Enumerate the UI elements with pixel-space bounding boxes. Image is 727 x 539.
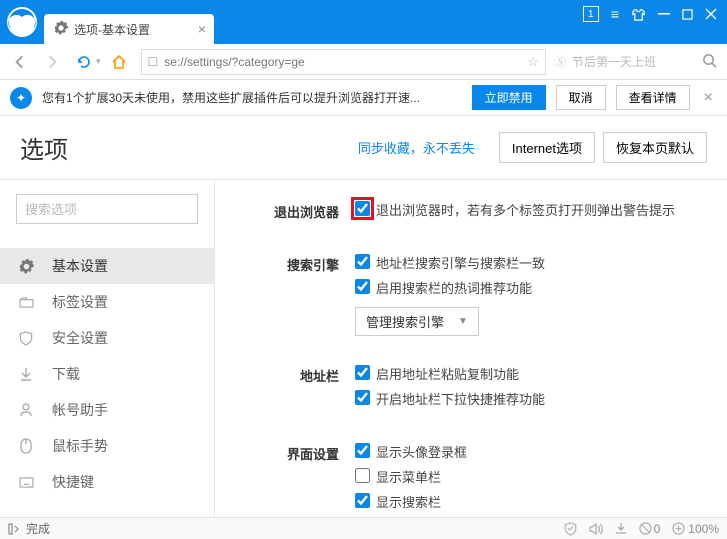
user-icon [18,403,34,417]
sidebar-item-shortcuts[interactable]: 快捷键 [0,464,214,500]
sidebar-item-label: 帐号助手 [52,400,108,420]
download-icon [18,367,34,381]
page-icon: ☐ [148,55,159,69]
show-menubar-checkbox[interactable]: 显示菜单栏 [355,467,699,486]
restore-defaults-button[interactable]: 恢复本页默认 [603,132,707,163]
skin-icon[interactable] [631,7,646,22]
banner-message: 您有1个扩展30天未使用，禁用这些扩展插件后可以提升浏览器打开速... [42,89,462,106]
extension-icon: ✦ [10,87,32,109]
shield-icon [18,331,34,346]
block-count-icon[interactable]: 0 [639,522,661,536]
back-button[interactable] [6,48,34,76]
download-status-icon[interactable] [615,522,627,535]
view-details-button[interactable]: 查看详情 [616,85,690,110]
url-text: se://settings/?category=ge [164,55,527,69]
window-count-badge[interactable]: 1 [583,6,599,22]
browser-logo [0,0,44,44]
sidebar-toggle-icon[interactable] [8,523,20,535]
address-suggest-checkbox[interactable]: 开启地址栏下拉快捷推荐功能 [355,389,699,408]
sync-favorites-link[interactable]: 同步收藏，永不丢失 [358,138,475,157]
search-consistent-checkbox[interactable]: 地址栏搜索引擎与搜索栏一致 [355,253,699,272]
reload-button[interactable] [70,48,98,76]
section-search-label: 搜索引擎 [235,253,355,336]
sidebar-item-label: 标签设置 [52,292,108,312]
maximize-icon[interactable] [682,9,693,20]
search-hotwords-checkbox[interactable]: 启用搜索栏的热词推荐功能 [355,278,699,297]
chevron-down-icon: ▼ [458,316,468,327]
section-address-label: 地址栏 [235,364,355,414]
zoom-control[interactable]: 100% [672,522,719,536]
banner-close-icon[interactable]: × [700,89,717,107]
mouse-icon [18,438,34,454]
search-options-input[interactable] [16,194,198,224]
minimize-icon[interactable] [658,8,670,20]
sidebar-item-label: 快捷键 [52,472,94,492]
sound-icon[interactable] [589,523,603,535]
sidebar-item-security[interactable]: 安全设置 [0,320,214,356]
sidebar-item-label: 安全设置 [52,328,108,348]
address-paste-checkbox[interactable]: 启用地址栏粘贴复制功能 [355,364,699,383]
disable-now-button[interactable]: 立即禁用 [472,85,546,110]
internet-options-button[interactable]: Internet选项 [499,132,595,163]
address-bar[interactable]: ☐ se://settings/?category=ge ☆ [141,49,546,75]
gear-icon [18,259,34,274]
gear-icon [54,21,68,38]
manage-search-engines-dropdown[interactable]: 管理搜索引擎 ▼ [355,307,479,336]
status-text: 完成 [26,520,50,537]
sidebar-item-label: 鼠标手势 [52,436,108,456]
favorite-icon[interactable]: ☆ [527,54,539,70]
exit-warning-checkbox[interactable]: 退出浏览器时，若有多个标签页打开则弹出警告提示 [355,200,699,219]
home-button[interactable] [105,48,133,76]
keyboard-icon [18,477,34,488]
sidebar-item-basic[interactable]: 基本设置 [0,248,214,284]
close-window-icon[interactable] [705,8,717,20]
menu-icon[interactable]: ≡ [611,6,619,22]
sidebar-item-label: 基本设置 [52,256,108,276]
sidebar-item-download[interactable]: 下载 [0,356,214,392]
shield-status-icon[interactable] [564,522,577,536]
section-exit-label: 退出浏览器 [235,200,355,225]
show-searchbar-checkbox[interactable]: 显示搜索栏 [355,492,699,511]
sidebar-item-gestures[interactable]: 鼠标手势 [0,428,214,464]
sidebar-item-account[interactable]: 帐号助手 [0,392,214,428]
reload-chevron-icon[interactable]: ▾ [96,56,101,67]
cancel-button[interactable]: 取消 [556,85,606,110]
tab-close-icon[interactable]: × [198,21,206,37]
sidebar-item-tabs[interactable]: 标签设置 [0,284,214,320]
sogou-icon[interactable]: Ⓢ [554,53,566,70]
forward-button[interactable] [38,48,66,76]
search-icon[interactable] [702,53,717,71]
search-hint: 节后第一天上班 [572,53,656,70]
page-title: 选项 [20,130,358,165]
show-avatar-checkbox[interactable]: 显示头像登录框 [355,442,699,461]
sidebar-item-label: 下载 [52,364,80,384]
browser-tab[interactable]: 选项-基本设置 × [44,14,214,44]
section-ui-label: 界面设置 [235,442,355,517]
tabs-icon [18,297,34,308]
tab-title: 选项-基本设置 [74,21,198,38]
